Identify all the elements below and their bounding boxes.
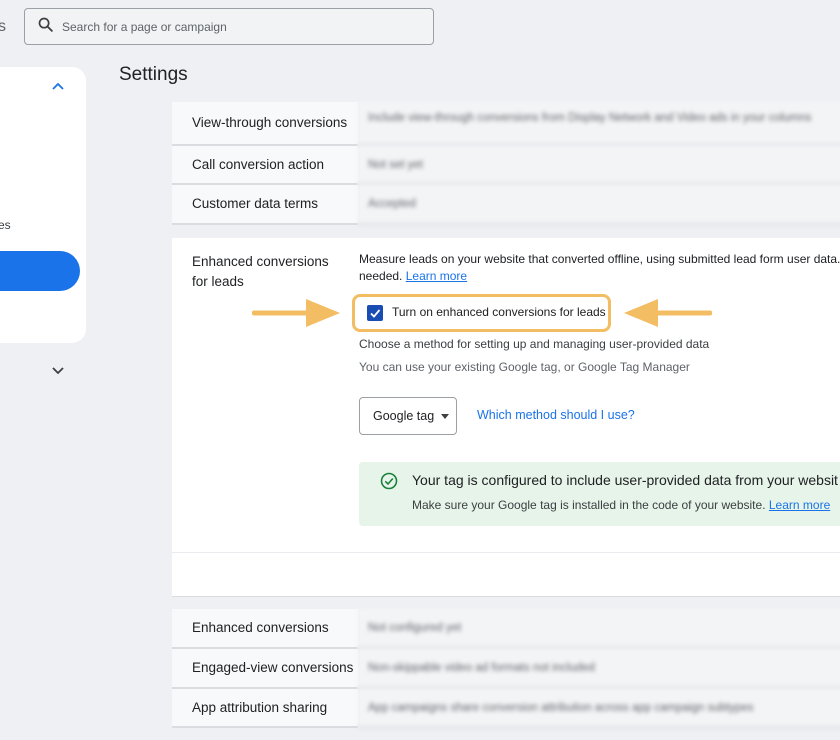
- status-subtext: Make sure your Google tag is installed i…: [412, 498, 830, 512]
- setting-value-view-through[interactable]: Include view-through conversions from Di…: [358, 102, 840, 146]
- setting-label-call-conversion[interactable]: Call conversion action: [172, 146, 358, 185]
- search-icon: [37, 16, 54, 38]
- setting-label-view-through[interactable]: View-through conversions: [172, 102, 358, 146]
- panel-divider: [172, 552, 840, 553]
- method-help-link[interactable]: Which method should I use?: [477, 408, 635, 422]
- method-select-value: Google tag: [373, 409, 435, 423]
- checkbox-label[interactable]: Turn on enhanced conversions for leads: [392, 305, 606, 319]
- search-box[interactable]: Search for a page or campaign: [24, 8, 434, 45]
- sidebar-item-label[interactable]: es: [0, 218, 11, 232]
- setting-label-engaged-view[interactable]: Engaged-view conversions: [172, 649, 358, 689]
- learn-more-link[interactable]: Learn more: [406, 269, 467, 283]
- method-select[interactable]: Google tag: [359, 397, 457, 435]
- description-text: Measure leads on your website that conve…: [359, 252, 840, 266]
- arrow-right-icon: [252, 299, 340, 327]
- dropdown-caret-icon: [441, 413, 450, 419]
- setting-label-customer-data-terms[interactable]: Customer data terms: [172, 185, 358, 225]
- status-learn-more-link[interactable]: Learn more: [769, 498, 830, 512]
- method-subtext: You can use your existing Google tag, or…: [359, 360, 690, 374]
- search-input[interactable]: Search for a page or campaign: [62, 20, 227, 34]
- check-circle-icon: [380, 472, 398, 490]
- enhanced-leads-label: Enhanced conversions for leads: [192, 254, 329, 289]
- page-title: Settings: [119, 64, 188, 85]
- enhanced-leads-description: Measure leads on your website that conve…: [359, 251, 840, 285]
- setting-value-enhanced-conversions[interactable]: Not configured yet: [358, 609, 840, 649]
- checkmark-icon: [370, 309, 381, 318]
- arrow-left-icon: [624, 299, 712, 327]
- chevron-down-icon[interactable]: [50, 362, 66, 378]
- setting-value-app-attribution[interactable]: App campaigns share conversion attributi…: [358, 689, 840, 728]
- status-subtext-text: Make sure your Google tag is installed i…: [412, 498, 766, 512]
- setting-value-call-conversion[interactable]: Not set yet: [358, 146, 840, 185]
- setting-label-enhanced-conversions[interactable]: Enhanced conversions: [172, 609, 358, 649]
- setting-value-engaged-view[interactable]: Non-skippable video ad formats not inclu…: [358, 649, 840, 689]
- method-heading: Choose a method for setting up and manag…: [359, 337, 710, 351]
- setting-label-app-attribution[interactable]: App attribution sharing: [172, 689, 358, 728]
- status-title: Your tag is configured to include user-p…: [412, 472, 838, 488]
- enhanced-leads-checkbox[interactable]: [367, 305, 383, 321]
- setting-value-customer-data-terms[interactable]: Accepted: [358, 185, 840, 225]
- description-cont: needed.: [359, 269, 403, 283]
- header-truncated-label: s: [0, 18, 6, 35]
- sidebar-card: [0, 67, 86, 343]
- chevron-up-icon[interactable]: [50, 79, 66, 95]
- sidebar-active-item[interactable]: [0, 251, 80, 291]
